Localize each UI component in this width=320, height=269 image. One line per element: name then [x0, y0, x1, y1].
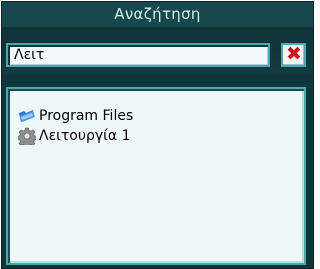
list-item-label: Program Files: [39, 108, 134, 124]
search-input[interactable]: [14, 46, 264, 64]
folder-icon: [19, 110, 35, 122]
gear-icon: [18, 127, 36, 145]
search-field[interactable]: [6, 43, 270, 67]
list-item-program-files[interactable]: Program Files: [18, 107, 133, 125]
list-item-label: Λειτουργία 1: [39, 128, 131, 144]
clear-search-button[interactable]: ✖: [281, 43, 306, 67]
window-title: Αναζήτηση: [2, 2, 313, 27]
close-icon: ✖: [286, 43, 302, 65]
list-item-function-1[interactable]: Λειτουργία 1: [18, 127, 130, 145]
